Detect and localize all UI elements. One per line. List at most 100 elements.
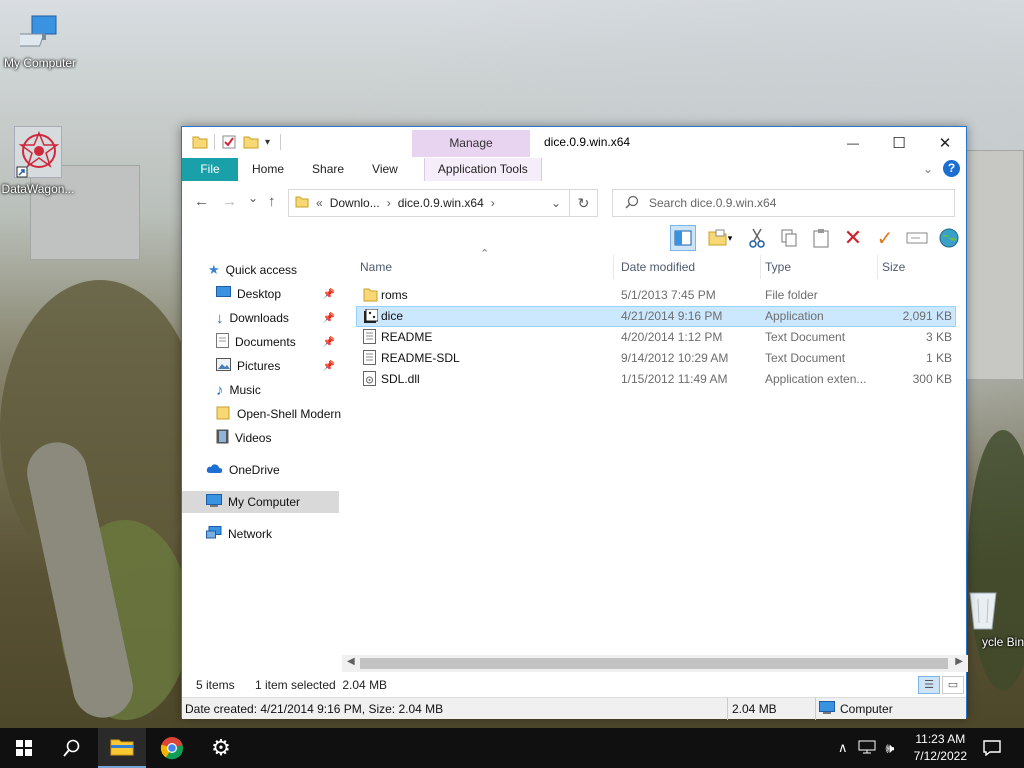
tab-manage-contextual[interactable]: Manage bbox=[412, 130, 530, 157]
refresh-icon: ↻ bbox=[577, 195, 590, 211]
text-file-icon bbox=[363, 350, 376, 368]
tab-application-tools[interactable]: Application Tools bbox=[423, 158, 542, 181]
column-header-name[interactable]: Name bbox=[356, 255, 614, 279]
minimize-button[interactable]: — bbox=[830, 127, 876, 158]
file-row-readme[interactable]: README 4/20/2014 1:12 PM Text Document 3… bbox=[356, 327, 956, 348]
search-input[interactable]: Search dice.0.9.win.x64 bbox=[612, 189, 955, 217]
tray-overflow-chevron-icon[interactable]: ∧ bbox=[838, 740, 848, 756]
properties-checkmark-icon[interactable]: ✓ bbox=[872, 225, 898, 251]
sidebar-item-pictures[interactable]: Pictures 📌 bbox=[182, 355, 339, 377]
large-icons-view-button[interactable]: ▭ bbox=[942, 676, 964, 694]
sidebar-item-quick-access[interactable]: ★ Quick access bbox=[182, 259, 339, 281]
text-file-icon bbox=[363, 329, 376, 347]
sidebar-item-label: Music bbox=[229, 383, 261, 397]
maximize-button[interactable]: ☐ bbox=[876, 127, 922, 158]
sidebar-item-music[interactable]: ♪ Music bbox=[182, 379, 339, 401]
horizontal-scrollbar[interactable]: ◀ ▶ bbox=[342, 655, 968, 672]
taskbar-settings[interactable]: ⚙ bbox=[197, 728, 245, 768]
file-row-roms[interactable]: roms 5/1/2013 7:45 PM File folder bbox=[356, 285, 956, 306]
desktop-icon-datawagon[interactable]: DataWagon... bbox=[0, 126, 76, 196]
file-row-readme-sdl[interactable]: README-SDL 9/14/2012 10:29 AM Text Docum… bbox=[356, 348, 956, 369]
start-button[interactable] bbox=[0, 728, 48, 768]
ribbon-help-area: ⌄ ? bbox=[923, 160, 960, 177]
cut-icon[interactable] bbox=[744, 225, 770, 251]
taskbar-file-explorer[interactable] bbox=[98, 728, 146, 768]
classic-toolbar: ▾ ✕ ✓ bbox=[670, 223, 962, 253]
network-tray-icon[interactable] bbox=[858, 740, 876, 757]
scrollbar-thumb[interactable] bbox=[360, 658, 948, 669]
column-header-type[interactable]: Type bbox=[761, 255, 878, 279]
desktop-icon-my-computer[interactable]: My Computer bbox=[2, 12, 78, 70]
search-icon bbox=[63, 739, 80, 757]
background-tree bbox=[968, 430, 1024, 690]
file-size: 1 KB bbox=[925, 351, 952, 365]
chevron-down-icon[interactable]: ▾ bbox=[265, 137, 270, 148]
expand-ribbon-chevron-icon[interactable]: ⌄ bbox=[923, 162, 933, 176]
dll-file-icon bbox=[363, 371, 376, 389]
breadcrumb-current-folder[interactable]: dice.0.9.win.x64 bbox=[398, 196, 484, 210]
breadcrumb-downloads[interactable]: Downlo... bbox=[330, 196, 380, 210]
window-title: dice.0.9.win.x64 bbox=[544, 135, 631, 149]
file-type: Text Document bbox=[765, 351, 846, 365]
refresh-button[interactable]: ↻ bbox=[570, 189, 598, 217]
taskbar-chrome[interactable] bbox=[148, 728, 196, 768]
column-header-size[interactable]: Size bbox=[878, 255, 958, 279]
sidebar-item-onedrive[interactable]: OneDrive bbox=[182, 459, 339, 481]
paste-icon[interactable] bbox=[808, 225, 834, 251]
tab-file[interactable]: File bbox=[182, 158, 238, 181]
file-size: 2,091 KB bbox=[902, 309, 952, 323]
background-building bbox=[965, 150, 1024, 380]
sidebar-item-label: Desktop bbox=[237, 287, 282, 301]
computer-icon bbox=[819, 701, 835, 718]
properties-icon[interactable] bbox=[221, 134, 237, 150]
details-view-button[interactable]: ☰ bbox=[918, 676, 940, 694]
sidebar-item-my-computer[interactable]: My Computer bbox=[182, 491, 339, 513]
delete-icon[interactable]: ✕ bbox=[840, 225, 866, 251]
chrome-icon bbox=[160, 737, 184, 760]
details-location: Computer bbox=[840, 702, 893, 716]
column-header-date-modified[interactable]: Date modified bbox=[617, 255, 761, 279]
globe-icon[interactable] bbox=[936, 225, 962, 251]
file-name: roms bbox=[381, 288, 408, 302]
breadcrumb-separator[interactable]: › bbox=[387, 196, 391, 210]
address-bar[interactable]: « Downlo... › dice.0.9.win.x64 › ⌄ bbox=[288, 189, 570, 217]
breadcrumb-separator[interactable]: › bbox=[491, 196, 495, 210]
action-center-button[interactable] bbox=[970, 728, 1014, 768]
forward-arrow-icon[interactable]: → bbox=[222, 193, 237, 210]
tab-view[interactable]: View bbox=[358, 158, 412, 181]
back-arrow-icon[interactable]: ← bbox=[194, 193, 209, 210]
up-arrow-icon[interactable]: ↑ bbox=[268, 193, 276, 210]
scroll-left-arrow-icon[interactable]: ◀ bbox=[347, 656, 355, 667]
network-icon bbox=[206, 525, 222, 543]
taskbar-search-button[interactable] bbox=[48, 728, 96, 768]
tab-home[interactable]: Home bbox=[238, 158, 298, 181]
sidebar-item-label: OneDrive bbox=[229, 463, 280, 477]
file-date: 5/1/2013 7:45 PM bbox=[621, 288, 716, 302]
file-explorer-icon bbox=[110, 739, 134, 756]
sidebar-item-videos[interactable]: Videos bbox=[182, 427, 339, 449]
rename-icon[interactable] bbox=[904, 225, 930, 251]
file-row-sdl-dll[interactable]: SDL.dll 1/15/2012 11:49 AM Application e… bbox=[356, 369, 956, 390]
file-row-dice[interactable]: dice 4/21/2014 9:16 PM Application 2,091… bbox=[356, 306, 956, 327]
taskbar: ⚙ ∧ 🕪 11:23 AM 7/12/2022 bbox=[0, 728, 1024, 768]
sidebar-item-network[interactable]: Network bbox=[182, 523, 339, 545]
preview-pane-icon[interactable] bbox=[670, 225, 696, 251]
recent-locations-chevron-icon[interactable]: ⌄ bbox=[248, 191, 258, 205]
taskbar-clock[interactable]: 11:23 AM 7/12/2022 bbox=[914, 731, 967, 765]
file-name: README-SDL bbox=[381, 351, 460, 365]
new-folder-icon[interactable] bbox=[243, 134, 259, 150]
copy-icon[interactable] bbox=[776, 225, 802, 251]
sidebar-item-desktop[interactable]: Desktop 📌 bbox=[182, 283, 339, 305]
volume-icon[interactable]: 🕪 bbox=[886, 740, 895, 757]
sidebar-item-downloads[interactable]: ↓ Downloads 📌 bbox=[182, 307, 339, 329]
scroll-right-arrow-icon[interactable]: ▶ bbox=[955, 656, 963, 667]
tab-share[interactable]: Share bbox=[298, 158, 358, 181]
sidebar-item-open-shell[interactable]: Open-Shell Modern bbox=[182, 403, 341, 425]
breadcrumb-overflow[interactable]: « bbox=[316, 196, 323, 210]
address-dropdown-icon[interactable]: ⌄ bbox=[551, 196, 561, 210]
folder-options-icon[interactable]: ▾ bbox=[702, 225, 738, 251]
help-button[interactable]: ? bbox=[943, 160, 960, 177]
sidebar-item-label: Quick access bbox=[225, 263, 298, 277]
close-button[interactable]: ✕ bbox=[922, 127, 968, 158]
sidebar-item-documents[interactable]: Documents 📌 bbox=[182, 331, 339, 353]
